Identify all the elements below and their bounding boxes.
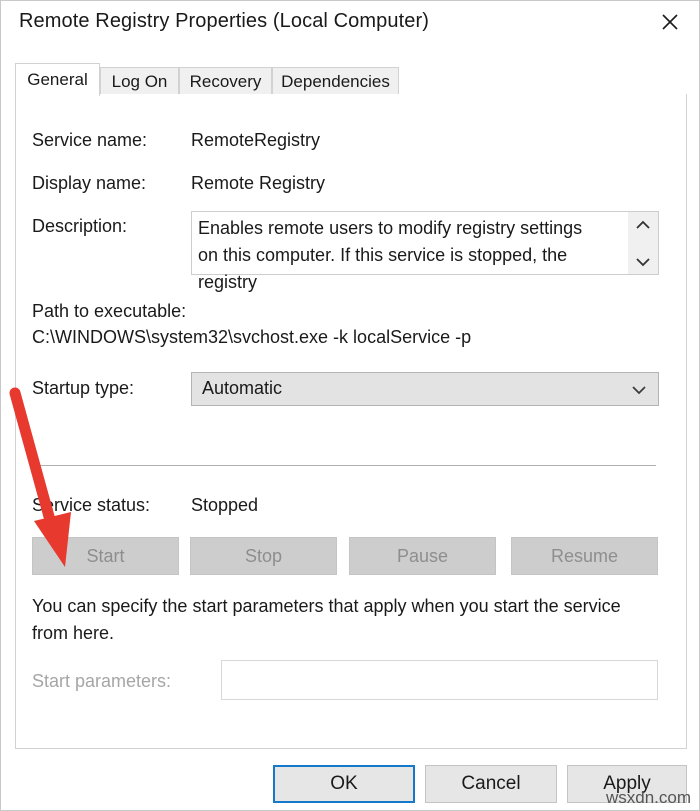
tab-log-on-label: Log On — [111, 71, 168, 91]
tab-log-on[interactable]: Log On — [100, 67, 179, 95]
tab-recovery[interactable]: Recovery — [179, 67, 272, 95]
start-parameters-label: Start parameters: — [32, 671, 172, 691]
description-label: Description: — [32, 216, 128, 236]
service-properties-dialog: Remote Registry Properties (Local Comput… — [0, 0, 700, 811]
start-parameters-hint: You can specify the start parameters tha… — [32, 596, 621, 643]
tab-general-label: General — [27, 70, 88, 89]
service-name-value: RemoteRegistry — [191, 130, 321, 150]
tab-dependencies-label: Dependencies — [281, 71, 390, 91]
ok-button[interactable]: OK — [273, 765, 415, 803]
tab-strip: General Log On Recovery Dependencies — [15, 63, 687, 96]
start-button[interactable]: Start — [32, 537, 179, 575]
title-bar: Remote Registry Properties (Local Comput… — [1, 1, 699, 57]
close-icon — [660, 12, 680, 32]
cancel-button-label: Cancel — [461, 773, 521, 794]
resume-button[interactable]: Resume — [511, 537, 658, 575]
active-tab-underline-mask — [16, 94, 99, 96]
tab-recovery-label: Recovery — [189, 71, 262, 91]
service-name-label: Service name: — [32, 130, 148, 150]
display-name-label: Display name: — [32, 173, 147, 193]
display-name-value: Remote Registry — [191, 173, 326, 193]
path-to-executable-label: Path to executable: — [32, 301, 187, 321]
cancel-button[interactable]: Cancel — [425, 765, 557, 803]
start-button-label: Start — [86, 545, 125, 566]
ok-button-label: OK — [330, 773, 358, 794]
chevron-up-icon[interactable] — [633, 217, 653, 233]
resume-button-label: Resume — [550, 545, 619, 566]
description-text: Enables remote users to modify registry … — [198, 218, 583, 292]
startup-type-label: Startup type: — [32, 378, 135, 398]
close-button[interactable] — [647, 3, 693, 41]
pause-button[interactable]: Pause — [349, 537, 496, 575]
start-parameters-input[interactable] — [221, 660, 658, 700]
stop-button-label: Stop — [244, 545, 283, 566]
path-to-executable-value: C:\WINDOWS\system32\svchost.exe -k local… — [32, 327, 472, 347]
chevron-down-icon[interactable] — [633, 253, 653, 269]
watermark: wsxdn.com — [605, 788, 691, 807]
description-scrollbar[interactable] — [628, 212, 658, 274]
startup-type-dropdown[interactable]: Automatic — [191, 372, 659, 406]
tab-general[interactable]: General — [15, 63, 100, 96]
pause-button-label: Pause — [396, 545, 449, 566]
section-divider — [32, 465, 656, 466]
chevron-down-icon — [630, 381, 648, 399]
description-textarea[interactable]: Enables remote users to modify registry … — [191, 211, 659, 292]
window-title: Remote Registry Properties (Local Comput… — [19, 10, 430, 32]
stop-button[interactable]: Stop — [190, 537, 337, 575]
tab-dependencies[interactable]: Dependencies — [272, 67, 399, 95]
startup-type-value: Automatic — [202, 378, 283, 398]
service-status-label: Service status: — [32, 495, 151, 515]
service-status-value: Stopped — [191, 495, 259, 515]
